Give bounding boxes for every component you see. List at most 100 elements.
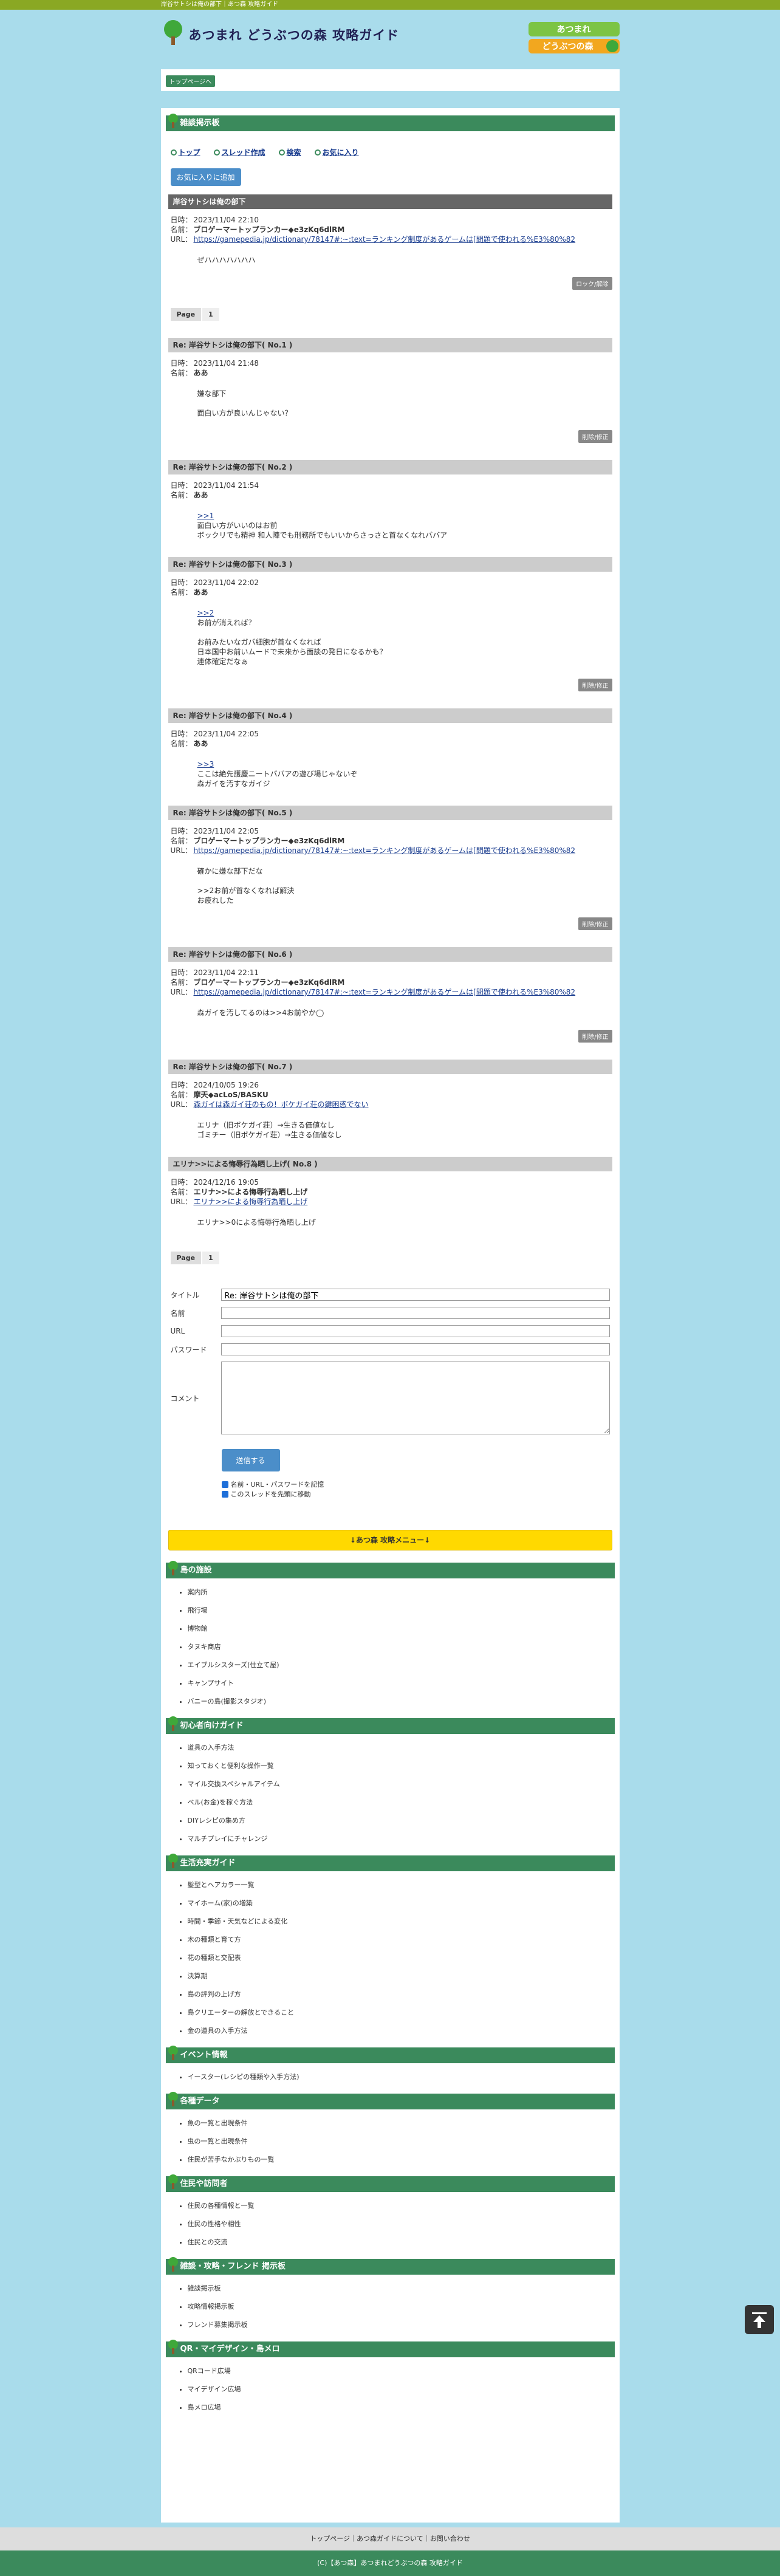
site-title[interactable]: あつまれ どうぶつの森 攻略ガイド — [189, 26, 400, 44]
reply-url-link[interactable]: https://gamepedia.jp/dictionary/78147#:~… — [194, 846, 576, 855]
category-link[interactable]: QRコード広場 — [188, 2366, 617, 2376]
category-link[interactable]: 博物館 — [188, 1623, 617, 1633]
reply-url-link[interactable]: 森ガイは森ガイ荘のもの！ボケガイ荘の鍵困惑でない — [194, 1100, 369, 1109]
name-input[interactable] — [221, 1307, 610, 1319]
section-header: 雑談掲示板 — [165, 114, 615, 131]
nav-create-thread-link[interactable]: スレッド作成 — [213, 147, 265, 157]
category-link[interactable]: 魚の一覧と出現条件 — [188, 2118, 617, 2128]
category-link[interactable]: マイホーム(家)の増築 — [188, 1898, 617, 1908]
category-link[interactable]: 住民の各種情報と一覧 — [188, 2201, 617, 2210]
category-link[interactable]: 決算期 — [188, 1971, 617, 1981]
reply-meta: 日時： 2023/11/04 22:05 名前： ブロゲーマートップランカー◆e3z… — [170, 827, 576, 855]
category-link[interactable]: フレンド募集掲示板 — [188, 2320, 617, 2329]
category-link[interactable]: 案内所 — [188, 1587, 617, 1597]
category-link[interactable]: マルチプレイにチャレンジ — [188, 1834, 617, 1843]
reply-title: Re: 岸谷サトシは俺の部下( No.6 ) — [168, 947, 612, 962]
nav-top-link[interactable]: トップ — [170, 147, 200, 157]
nav-search-link[interactable]: 検索 — [278, 147, 301, 157]
category-link[interactable]: 住民が苦手なかぶりもの一覧 — [188, 2154, 617, 2164]
reply-author: ああ — [193, 369, 208, 377]
footer-links[interactable]: トップページ｜あつ森ガイドについて｜お問い合わせ — [0, 2527, 780, 2550]
replies-list: Re: 岸谷サトシは俺の部下( No.1 ) 日時： 2023/11/04 21:… — [163, 338, 617, 1227]
site-header: あつまれ どうぶつの森 攻略ガイド あつまれ どうぶつの森 — [161, 10, 620, 58]
edit-delete-button[interactable]: 削除/修正 — [578, 430, 612, 443]
reply-anchor-link[interactable]: >>1 — [197, 512, 214, 520]
checkbox-checked-icon[interactable] — [221, 1481, 228, 1488]
scroll-to-top-button[interactable] — [745, 2305, 774, 2334]
reply-date: 2023/11/04 21:54 — [193, 481, 259, 490]
edit-delete-button[interactable]: 削除/修正 — [578, 917, 612, 930]
category-link[interactable]: エイブルシスターズ(仕立て屋) — [188, 1660, 617, 1670]
comment-textarea[interactable] — [221, 1362, 610, 1434]
edit-delete-button[interactable]: 削除/修正 — [578, 1030, 612, 1043]
lock-toggle-button[interactable]: ロック/解除 — [572, 277, 612, 290]
reply-date: 2023/11/04 21:48 — [193, 359, 259, 368]
menu-category: 雑談・攻略・フレンド 掲示板雑談掲示板攻略情報掲示板フレンド募集掲示板 — [163, 2257, 617, 2329]
guide-menu-button[interactable]: ↓あつ森 攻略メニュー↓ — [168, 1530, 612, 1550]
category-link[interactable]: 雑談掲示板 — [188, 2283, 617, 2293]
pager-page-1[interactable]: 1 — [202, 1252, 219, 1264]
breadcrumb-home-link[interactable]: トップページへ — [165, 75, 216, 87]
password-input[interactable] — [221, 1343, 610, 1355]
reply-actions: 削除/修正 — [168, 679, 612, 691]
move-top-checkbox-row[interactable]: このスレッドを先頭に移動 — [221, 1490, 610, 1499]
category-link[interactable]: 虫の一覧と出現条件 — [188, 2136, 617, 2146]
reply-actions: 削除/修正 — [168, 917, 612, 930]
reply-title: Re: 岸谷サトシは俺の部下( No.3 ) — [168, 557, 612, 572]
title-input[interactable] — [221, 1289, 610, 1301]
category-list: 案内所飛行場博物館タヌキ商店エイブルシスターズ(仕立て屋) キャンプサイトバニーの… — [163, 1587, 617, 1706]
category-link[interactable]: 島メロ広場 — [188, 2402, 617, 2412]
checkbox-checked-icon[interactable] — [221, 1491, 228, 1498]
nav-favorites-link[interactable]: お気に入り — [314, 147, 359, 157]
edit-delete-button[interactable]: 削除/修正 — [578, 679, 612, 691]
reply-url-link[interactable]: https://gamepedia.jp/dictionary/78147#:~… — [194, 988, 576, 996]
category-link[interactable]: 島の評判の上げ方 — [188, 1989, 617, 1999]
url-input[interactable] — [221, 1325, 610, 1337]
reply-meta: 日時： 2023/11/04 22:11 名前： ブロゲーマートップランカー◆e3z… — [170, 968, 576, 996]
category-link[interactable]: 攻略情報掲示板 — [188, 2301, 617, 2311]
category-link[interactable]: 木の種類と育て方 — [188, 1934, 617, 1944]
add-favorite-button[interactable]: お気に入りに追加 — [170, 168, 241, 186]
category-link[interactable]: 島クリエーターの解放とできること — [188, 2007, 617, 2017]
category-title: 島の施設 — [180, 1566, 212, 1575]
reply-body: >>3 ここは絶先護慶ニートババアの遊び場じゃないぞ 森ガイを汚すなガイジ — [197, 759, 617, 789]
category-link[interactable]: 住民との交流 — [188, 2237, 617, 2247]
reply-date: 2024/10/05 19:26 — [193, 1081, 259, 1089]
category-link[interactable]: DIYレシピの集め方 — [188, 1815, 617, 1825]
circle-bullet-icon — [314, 149, 321, 156]
category-link[interactable]: キャンプサイト — [188, 1678, 617, 1688]
reply-url-link[interactable]: エリナ>>による悔辱行為晒し上げ — [194, 1197, 308, 1206]
form-options: 名前・URL・パスワードを記憶 このスレッドを先頭に移動 — [221, 1480, 610, 1499]
reply-anchor-link[interactable]: >>3 — [197, 760, 214, 769]
category-link[interactable]: 飛行場 — [188, 1605, 617, 1615]
category-link[interactable]: バニーの島(撮影スタジオ) — [188, 1696, 617, 1706]
submit-button[interactable]: 送信する — [221, 1449, 280, 1471]
category-link[interactable]: イースター(レシピの種類や入手方法) — [188, 2072, 617, 2081]
category-link[interactable]: 髪型とヘアカラー一覧 — [188, 1880, 617, 1889]
category-link[interactable]: 道具の入手方法 — [188, 1742, 617, 1752]
category-link[interactable]: マイデザイン広場 — [188, 2384, 617, 2394]
thread-url-link[interactable]: https://gamepedia.jp/dictionary/78147#:~… — [194, 235, 576, 244]
reply-anchor-link[interactable]: >>2 — [197, 609, 214, 617]
category-link[interactable]: 住民の性格や相性 — [188, 2219, 617, 2228]
section-title: 雑談掲示板 — [180, 118, 220, 128]
pager-top: Page 1 — [170, 308, 610, 321]
category-link[interactable]: マイル交換スペシャルアイテム — [188, 1779, 617, 1789]
thread-title: 岸谷サトシは俺の部下 — [168, 194, 612, 209]
category-list: 髪型とヘアカラー一覧マイホーム(家)の増築時間・季節・天気などによる変化木の種類… — [163, 1880, 617, 2035]
remember-checkbox-row[interactable]: 名前・URL・パスワードを記憶 — [221, 1480, 610, 1490]
category-link[interactable]: 知っておくと便利な操作一覧 — [188, 1761, 617, 1770]
tree-logo-icon[interactable] — [162, 19, 184, 46]
menu-category: 島の施設案内所飛行場博物館タヌキ商店エイブルシスターズ(仕立て屋) キャンプサイト… — [163, 1561, 617, 1706]
category-link[interactable]: 金の道具の入手方法 — [188, 2026, 617, 2035]
category-list: 魚の一覧と出現条件虫の一覧と出現条件住民が苦手なかぶりもの一覧 — [163, 2118, 617, 2164]
category-link[interactable]: 時間・季節・天気などによる変化 — [188, 1916, 617, 1926]
tree-icon — [168, 1561, 178, 1575]
thread-actions: ロック/解除 — [168, 277, 612, 290]
pager-page-1[interactable]: 1 — [202, 308, 219, 321]
reply-date: 2023/11/04 22:11 — [193, 968, 259, 977]
category-link[interactable]: 花の種類と交配表 — [188, 1953, 617, 1962]
board-nav: トップ スレッド作成 検索 お気に入り — [170, 147, 610, 157]
category-link[interactable]: タヌキ商店 — [188, 1642, 617, 1651]
category-link[interactable]: ベル(お金)を稼ぐ方法 — [188, 1797, 617, 1807]
